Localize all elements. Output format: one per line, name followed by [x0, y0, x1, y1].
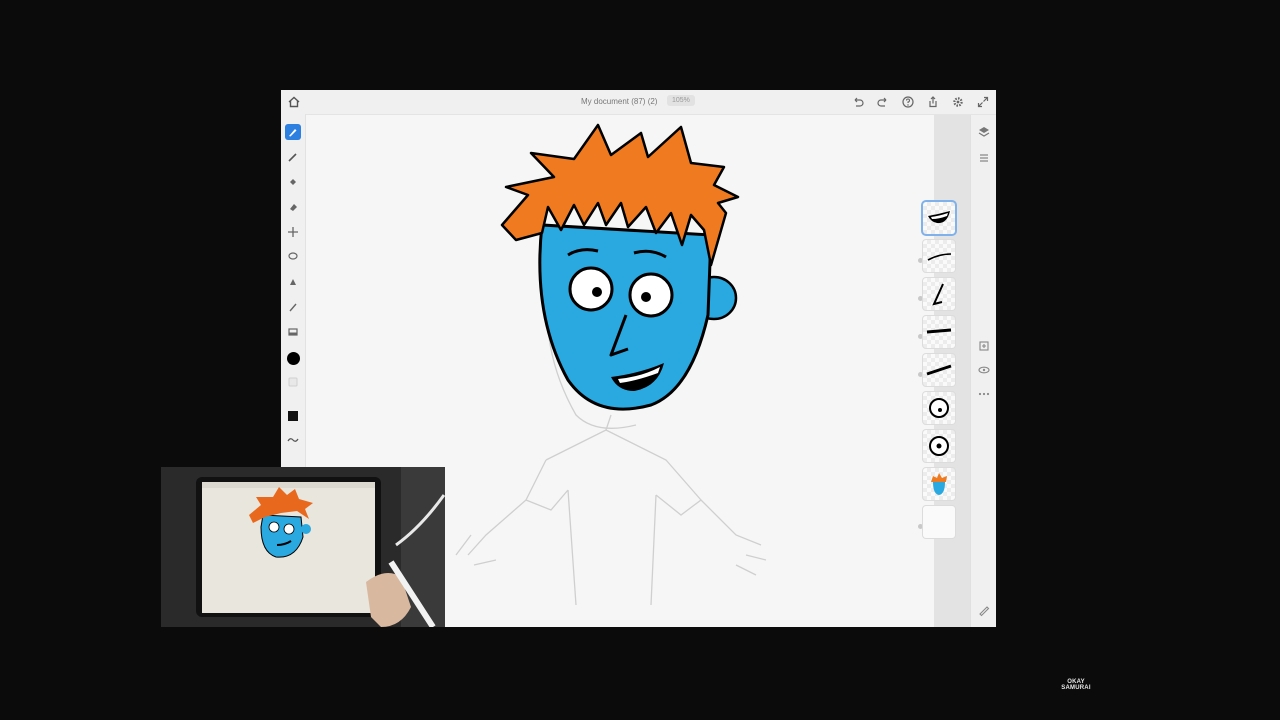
- layer-item[interactable]: [923, 506, 955, 538]
- eyedropper-icon: [289, 303, 297, 312]
- pencil-icon: [288, 153, 297, 162]
- eyebrow-thumb: [927, 253, 952, 261]
- camera-preview: [161, 467, 445, 627]
- right-panel: [970, 115, 996, 627]
- eye-thumb: [929, 436, 949, 456]
- brush-settings[interactable]: [285, 374, 301, 390]
- image-tool[interactable]: [285, 324, 301, 340]
- secondary-color-swatch[interactable]: [285, 408, 301, 424]
- layers-icon[interactable]: [977, 125, 991, 139]
- top-actions: [851, 95, 990, 109]
- fill-tool[interactable]: [285, 174, 301, 190]
- smudge-icon: [290, 279, 296, 285]
- eraser-tool[interactable]: [285, 199, 301, 215]
- layer-item[interactable]: [923, 278, 955, 310]
- home-icon[interactable]: [287, 95, 301, 109]
- brush-settings-icon: [288, 377, 298, 387]
- mouth-thumb: [928, 211, 950, 224]
- image-icon: [288, 328, 298, 336]
- wave-icon: [287, 438, 299, 442]
- primary-color-dot: [286, 351, 300, 365]
- fill-icon: [290, 179, 296, 185]
- head-thumb: [931, 473, 947, 495]
- layer-item[interactable]: [923, 354, 955, 386]
- channel-watermark: OKAY SAMURAI: [1056, 679, 1096, 691]
- top-bar: My document (87) (2) 105%: [281, 90, 996, 115]
- stroke-thumb: [926, 364, 952, 376]
- eye-left: [568, 266, 614, 312]
- smudge-tool[interactable]: [285, 274, 301, 290]
- layer-item[interactable]: [923, 392, 955, 424]
- nose-thumb: [932, 283, 944, 306]
- undo-icon[interactable]: [851, 95, 865, 109]
- pupil-left: [592, 287, 602, 297]
- watermark-line-2: SAMURAI: [1061, 685, 1091, 691]
- eye-thumb: [929, 398, 949, 418]
- fullscreen-icon[interactable]: [976, 95, 990, 109]
- layer-item[interactable]: [923, 240, 955, 272]
- zoom-level[interactable]: 105%: [667, 95, 695, 106]
- lasso-tool[interactable]: [285, 249, 301, 265]
- edit-icon[interactable]: [977, 603, 991, 617]
- brush-icon: [289, 129, 297, 137]
- stroke-thumb: [926, 328, 952, 334]
- stroke-style[interactable]: [285, 432, 301, 448]
- pencil-tool[interactable]: [285, 149, 301, 165]
- secondary-color-square: [288, 411, 298, 421]
- layer-item[interactable]: [923, 468, 955, 500]
- pupil-right: [641, 292, 651, 302]
- layer-item[interactable]: [923, 430, 955, 462]
- primary-color-swatch[interactable]: [285, 350, 301, 366]
- settings-icon[interactable]: [951, 95, 965, 109]
- add-layer-icon[interactable]: [977, 339, 991, 353]
- more-icon[interactable]: [977, 387, 991, 401]
- eyedropper-tool[interactable]: [285, 299, 301, 315]
- tablet-photo: [161, 467, 445, 627]
- eraser-icon: [290, 204, 297, 211]
- redo-icon[interactable]: [876, 95, 890, 109]
- share-icon[interactable]: [926, 95, 940, 109]
- brush-tool[interactable]: [285, 124, 301, 140]
- properties-icon[interactable]: [977, 151, 991, 165]
- layer-item[interactable]: [923, 202, 955, 234]
- eye-right: [628, 272, 674, 318]
- lasso-icon: [288, 252, 298, 260]
- help-icon[interactable]: [901, 95, 915, 109]
- transform-icon: [288, 227, 298, 237]
- transform-tool[interactable]: [285, 224, 301, 240]
- layer-item[interactable]: [923, 316, 955, 348]
- document-title[interactable]: My document (87) (2): [581, 97, 657, 106]
- visibility-icon[interactable]: [977, 363, 991, 377]
